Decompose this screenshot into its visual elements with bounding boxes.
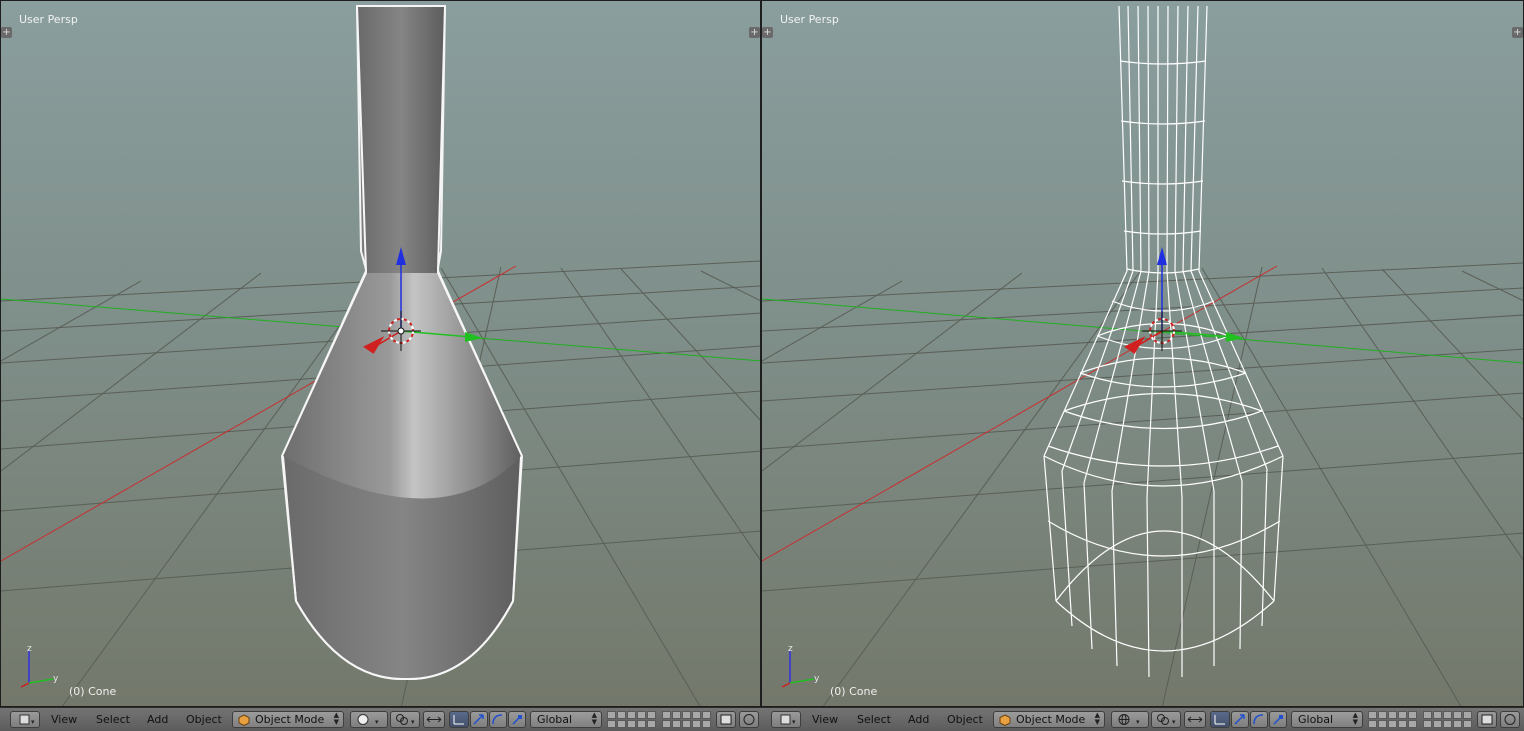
editor-type-button[interactable]: ▾ [10, 711, 40, 728]
scale-button[interactable] [1269, 711, 1287, 728]
wireframe-mesh[interactable] [1043, 5, 1284, 678]
mode-dropdown[interactable]: Object Mode ▲ ▼ [232, 711, 344, 728]
mode-label: Object Mode [255, 713, 325, 726]
manipulator-toggle-button[interactable] [1210, 711, 1230, 728]
mini-axis-y-label: y [53, 674, 59, 684]
mini-axes-icon [20, 651, 54, 688]
viewport-right[interactable]: z y User Persp + + (0) Cone [761, 0, 1524, 707]
view-title: User Persp [780, 13, 839, 26]
updown-arrows-icon: ▲ ▼ [333, 711, 339, 726]
layer-grid-b[interactable] [1423, 711, 1472, 728]
orientation-label: Global [1298, 713, 1334, 726]
svg-text:▾: ▾ [31, 718, 35, 726]
arrows-icon [426, 716, 442, 723]
svg-text:▾: ▾ [792, 718, 796, 726]
updown-arrows-icon: ▲ ▼ [1352, 711, 1358, 726]
cube-editor-icon: ▾ [780, 714, 796, 726]
translate-button[interactable] [1231, 711, 1249, 728]
cube-editor-icon: ▾ [19, 714, 35, 726]
menu-select[interactable]: Select [857, 713, 891, 726]
split-corner-icon[interactable]: + [1, 27, 12, 38]
scale-handle-icon [1273, 715, 1283, 725]
lock-camera-button[interactable] [716, 711, 736, 728]
neck-cylinder [358, 6, 444, 273]
3d-cursor-icon [1142, 311, 1182, 351]
manipulator-icon [453, 715, 464, 725]
object-label: (0) Cone [830, 685, 878, 698]
arrows-icon [1187, 716, 1203, 723]
transform-orientation-dropdown[interactable]: Global ▲ ▼ [530, 711, 602, 728]
mini-axis-z-label: z [27, 644, 32, 654]
menu-select[interactable]: Select [96, 713, 130, 726]
viewport-left[interactable]: z y User Persp + + (0) Cone [0, 0, 761, 707]
svg-text:▾: ▾ [411, 718, 415, 726]
y-arrow-icon[interactable] [465, 332, 483, 342]
mode-dropdown[interactable]: Object Mode ▲ ▼ [993, 711, 1105, 728]
layer-lock-icon [720, 714, 732, 725]
view-title: User Persp [19, 13, 78, 26]
render-icon [743, 714, 755, 725]
rotate-button[interactable] [489, 711, 507, 728]
solid-sphere-icon: ▾ [357, 714, 379, 726]
scene-wireframe[interactable]: z y [762, 1, 1524, 707]
menu-view[interactable]: View [51, 713, 77, 726]
viewport-header-left: ▾ View Select Add Object Object Mode ▲ ▼ … [0, 707, 761, 731]
pivot-icon: ▾ [396, 714, 415, 726]
viewport-shading-button[interactable]: ▾ [1111, 711, 1149, 728]
object-cube-icon [238, 714, 250, 726]
translate-arrow-icon [1234, 714, 1245, 725]
layer-grid-b[interactable] [662, 711, 711, 728]
updown-arrows-icon: ▲ ▼ [1094, 711, 1100, 726]
layer-grid-a[interactable] [1368, 711, 1417, 728]
mini-axis-y-label: y [814, 674, 820, 684]
scale-handle-icon [512, 715, 522, 725]
menu-add[interactable]: Add [147, 713, 168, 726]
svg-text:▾: ▾ [1172, 718, 1176, 726]
lock-camera-button[interactable] [1477, 711, 1497, 728]
split-corner-icon[interactable]: + [1512, 27, 1523, 38]
mini-axis-z-label: z [788, 644, 793, 654]
object-label: (0) Cone [69, 685, 117, 698]
pivot-icon: ▾ [1157, 714, 1176, 726]
menu-add[interactable]: Add [908, 713, 929, 726]
menu-object[interactable]: Object [947, 713, 983, 726]
cone-taper [283, 273, 521, 499]
restrict-center-button[interactable] [423, 711, 445, 728]
manipulator-toggle-button[interactable] [449, 711, 469, 728]
split-corner-icon[interactable]: + [749, 27, 760, 38]
orientation-label: Global [537, 713, 573, 726]
editor-type-button[interactable]: ▾ [771, 711, 801, 728]
layer-lock-icon [1481, 714, 1493, 725]
menu-object[interactable]: Object [186, 713, 222, 726]
split-corner-icon[interactable]: + [762, 27, 773, 38]
rotate-arc-icon [1253, 714, 1264, 725]
layer-grid-a[interactable] [607, 711, 656, 728]
viewport-header-right: ▾ View Select Add Object Object Mode ▲ ▼ … [761, 707, 1524, 731]
object-cube-icon [999, 714, 1011, 726]
pivot-point-button[interactable]: ▾ [1151, 711, 1181, 728]
transform-orientation-dropdown[interactable]: Global ▲ ▼ [1291, 711, 1363, 728]
mini-axes-icon [781, 651, 815, 688]
scale-button[interactable] [508, 711, 526, 728]
x-arrow-icon[interactable] [1124, 336, 1146, 354]
restrict-center-button[interactable] [1184, 711, 1206, 728]
render-button[interactable] [1500, 711, 1520, 728]
scene-solid[interactable]: z y [1, 1, 761, 707]
translate-button[interactable] [470, 711, 488, 728]
rotate-button[interactable] [1250, 711, 1268, 728]
render-icon [1504, 714, 1516, 725]
svg-text:▾: ▾ [375, 718, 379, 726]
mode-label: Object Mode [1016, 713, 1086, 726]
menu-view[interactable]: View [812, 713, 838, 726]
pivot-point-button[interactable]: ▾ [390, 711, 420, 728]
wireframe-sphere-icon: ▾ [1118, 714, 1140, 726]
viewport-shading-button[interactable]: ▾ [350, 711, 388, 728]
svg-text:▾: ▾ [1136, 718, 1140, 726]
rotate-arc-icon [492, 714, 503, 725]
updown-arrows-icon: ▲ ▼ [591, 711, 597, 726]
manipulator-icon [1214, 715, 1225, 725]
translate-arrow-icon [473, 714, 484, 725]
render-button[interactable] [739, 711, 759, 728]
